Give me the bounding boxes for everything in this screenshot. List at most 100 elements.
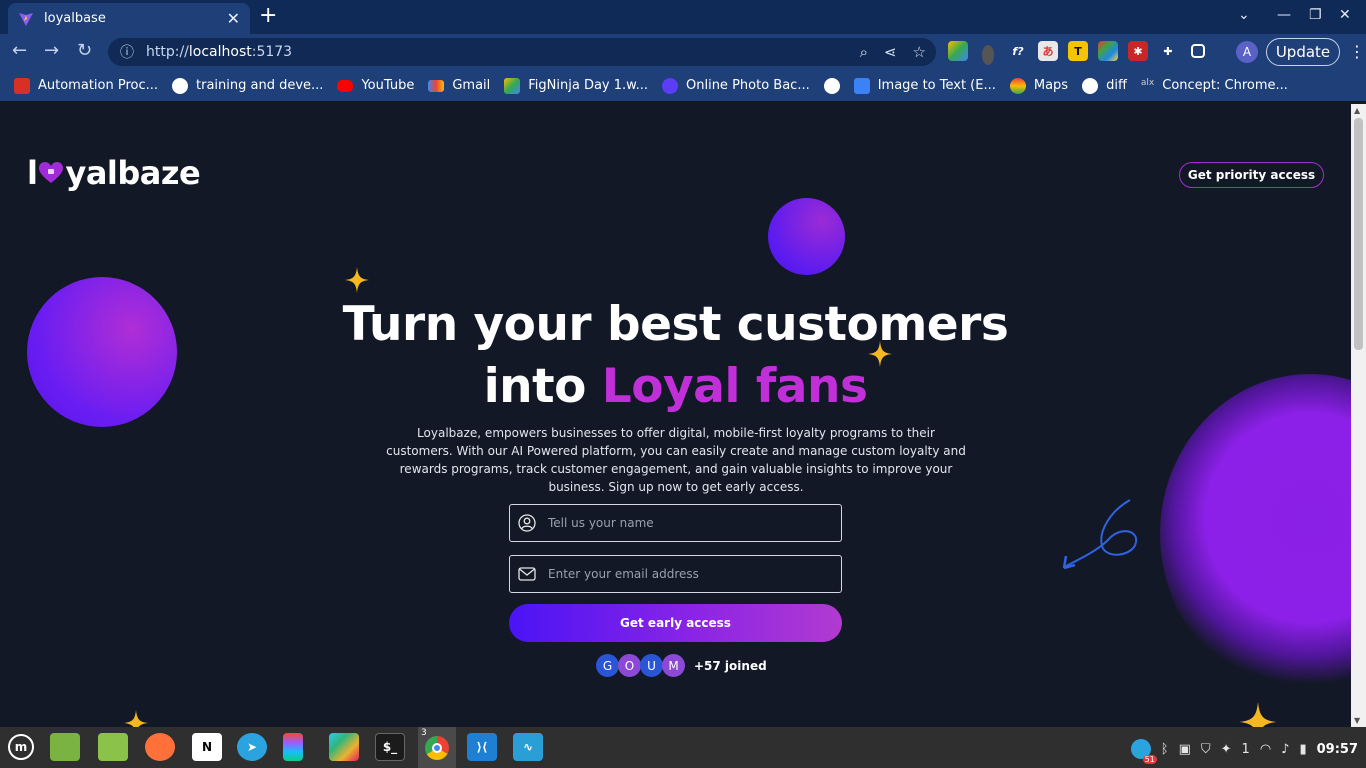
site-logo[interactable]: l yalbaze <box>27 154 201 192</box>
email-field[interactable] <box>509 555 842 593</box>
minimize-icon[interactable]: — <box>1277 7 1291 23</box>
forward-arrow-icon[interactable]: → <box>44 42 59 60</box>
heart-logo-icon <box>39 162 64 183</box>
extensions-bar: f? あ T ✱ ✚ <box>948 41 1208 69</box>
wifi-icon[interactable]: ◠ <box>1260 742 1271 757</box>
vscode-icon[interactable]: ⟩⟨ <box>467 733 497 761</box>
get-early-access-button[interactable]: Get early access <box>509 604 842 642</box>
formula-extension-icon[interactable]: f? <box>1008 41 1028 61</box>
battery-icon[interactable]: ▮ <box>1299 742 1306 757</box>
priority-access-button[interactable]: Get priority access <box>1179 162 1324 188</box>
figma-icon[interactable] <box>283 733 303 761</box>
terminal-icon[interactable]: $_ <box>375 733 405 761</box>
bookmark-item[interactable]: Automation Proc... <box>14 77 158 94</box>
bookmark-item[interactable]: Image to Text (E... <box>853 77 996 94</box>
user-icon <box>518 514 536 532</box>
system-tray: 51 ᛒ ▣ ⛉ ✦ 1 ◠ ♪ ▮ 09:57 <box>1130 739 1358 764</box>
profile-avatar[interactable]: A <box>1236 41 1258 63</box>
name-field[interactable] <box>509 504 842 542</box>
folder-icon[interactable] <box>98 733 128 761</box>
drive-extension-icon[interactable] <box>948 41 968 61</box>
zoom-icon[interactable]: ⌕ <box>860 43 868 61</box>
joined-count: +57 joined <box>694 658 767 673</box>
address-bar[interactable]: ⓘ http://localhost:5173 ⌕ ⋖ ☆ <box>108 38 936 66</box>
bookmarks-bar: Automation Proc... training and deve... … <box>0 70 1366 101</box>
email-input[interactable] <box>546 566 816 582</box>
firefox-icon[interactable] <box>145 733 175 761</box>
bookmark-item[interactable]: Maps <box>1009 77 1068 94</box>
curly-arrow-icon <box>1062 499 1138 570</box>
tab-close-icon[interactable]: ✕ <box>227 9 240 28</box>
new-tab-button[interactable]: + <box>259 5 277 27</box>
scrollbar-thumb[interactable] <box>1354 118 1363 350</box>
bookmark-item[interactable]: alx Concept: Chrome... <box>1141 78 1288 94</box>
drive-icon <box>504 77 521 94</box>
hero-headline: Turn your best customers into Loyal fans <box>342 297 1009 414</box>
bookmark-item[interactable]: diff <box>1082 77 1127 94</box>
avatar: G <box>596 654 619 677</box>
notification-icon[interactable]: ✦ <box>1221 742 1232 757</box>
site-info-icon[interactable]: ⓘ <box>120 42 134 62</box>
telegram-icon[interactable]: ➤ <box>237 733 267 761</box>
restore-icon[interactable]: ❐ <box>1309 7 1322 23</box>
bookmark-item[interactable]: Gmail <box>428 78 490 93</box>
tab-title: loyalbase <box>44 11 106 26</box>
mail-icon <box>518 567 536 581</box>
globe-icon <box>1082 77 1099 94</box>
alx-icon: alx <box>1140 77 1155 88</box>
reload-icon[interactable]: ↻ <box>77 42 92 60</box>
tray-count: 1 <box>1241 741 1250 757</box>
photo-backup-icon <box>662 77 678 94</box>
hero-description: Loyalbaze, empowers businesses to offer … <box>386 426 966 494</box>
sparkle-star-icon <box>345 267 369 293</box>
share-icon[interactable]: ⋖ <box>884 43 897 61</box>
os-taskbar: m N ➤ $_ 3 ⟩⟨ ∿ 51 ᛒ ▣ ⛉ ✦ 1 ◠ ♪ ▮ 09:57 <box>0 727 1366 768</box>
telegram-tray-icon[interactable]: 51 <box>1130 739 1157 764</box>
joined-avatars: G O U M +57 joined <box>596 654 767 677</box>
youtube-icon <box>337 79 354 92</box>
files-icon[interactable] <box>50 733 80 761</box>
page-scrollbar[interactable]: ▲ ▼ <box>1351 104 1366 727</box>
update-button[interactable]: Update <box>1266 38 1340 66</box>
bluetooth-icon[interactable]: ᛒ <box>1161 742 1169 757</box>
volume-icon[interactable]: ♪ <box>1281 742 1289 757</box>
landing-page: l yalbaze Get priority access Turn your … <box>0 104 1351 727</box>
translate-extension-icon[interactable]: あ <box>1038 41 1058 61</box>
menu-kebab-icon[interactable]: ⋮ <box>1349 42 1365 61</box>
slack-icon[interactable] <box>329 733 359 761</box>
bug-extension-icon[interactable]: ✱ <box>1128 41 1148 61</box>
tiles-extension-icon[interactable] <box>1098 41 1118 61</box>
globe-icon <box>823 77 840 94</box>
side-panel-icon[interactable] <box>1191 44 1205 58</box>
monitor-icon[interactable]: ∿ <box>513 733 543 761</box>
t-extension-icon[interactable]: T <box>1068 41 1088 61</box>
scroll-down-icon[interactable]: ▼ <box>1354 716 1360 725</box>
shield-icon[interactable]: ⛉ <box>1201 742 1211 757</box>
chrome-taskbar-icon[interactable]: 3 <box>418 727 456 768</box>
scroll-up-icon[interactable]: ▲ <box>1354 106 1360 115</box>
tab-search-chevron-icon[interactable]: ⌄ <box>1238 7 1250 23</box>
sparkle-star-icon <box>1239 702 1277 727</box>
browser-tab-loyalbase[interactable]: loyalbase ✕ <box>8 3 250 34</box>
bookmark-item[interactable]: FigNinja Day 1.w... <box>504 77 648 94</box>
scan-icon <box>853 77 870 94</box>
mouse-extension-icon[interactable] <box>982 45 994 65</box>
bookmark-item[interactable]: training and deve... <box>172 77 323 94</box>
mint-menu-icon[interactable]: m <box>6 733 36 761</box>
avatar: O <box>618 654 641 677</box>
bookmark-item[interactable] <box>823 77 840 94</box>
puzzle-extensions-icon[interactable]: ✚ <box>1158 41 1178 61</box>
notion-icon[interactable]: N <box>192 733 222 761</box>
clipboard-icon[interactable]: ▣ <box>1179 742 1191 757</box>
browser-tab-strip: loyalbase ✕ + ⌄ — ❐ ✕ <box>0 0 1366 34</box>
bookmark-item[interactable]: YouTube <box>337 78 414 93</box>
name-input[interactable] <box>546 515 816 531</box>
url-text[interactable]: http://localhost:5173 <box>146 44 292 60</box>
globe-icon <box>172 77 189 94</box>
gmail-icon <box>428 79 445 92</box>
bookmark-star-icon[interactable]: ☆ <box>913 43 926 61</box>
back-arrow-icon[interactable]: ← <box>12 42 27 60</box>
window-close-icon[interactable]: ✕ <box>1339 7 1351 23</box>
bookmark-item[interactable]: Online Photo Bac... <box>662 77 810 94</box>
clock[interactable]: 09:57 <box>1317 742 1358 757</box>
